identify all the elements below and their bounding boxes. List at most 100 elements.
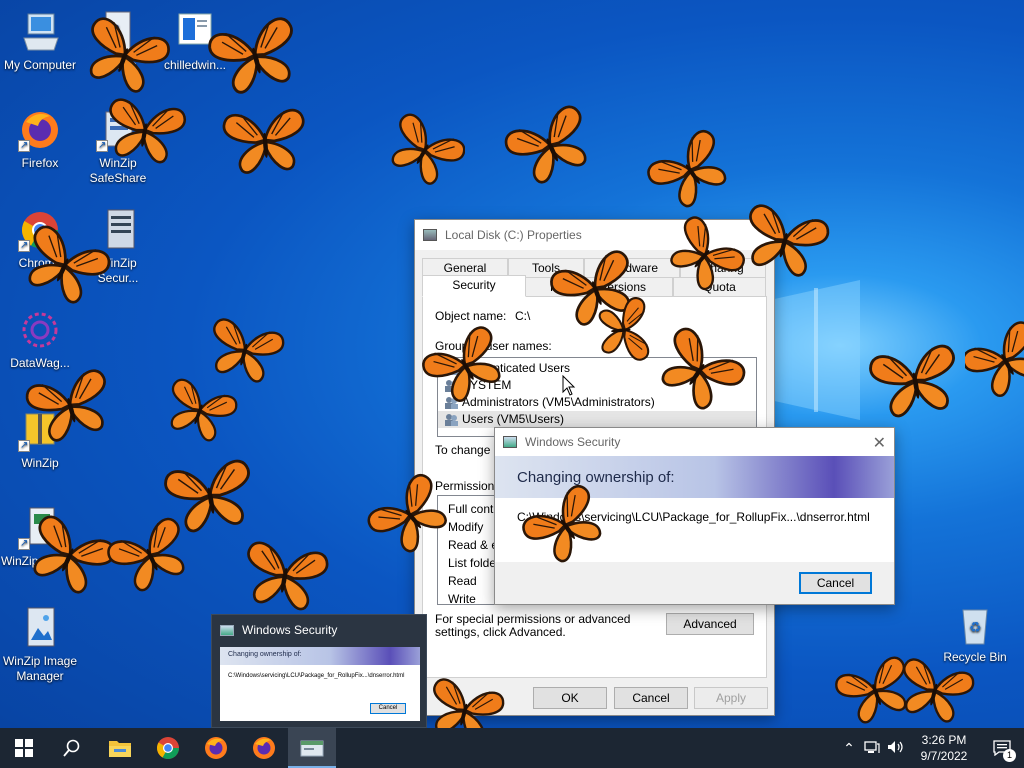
clock[interactable]: 3:26 PM 9/7/2022 xyxy=(908,732,980,764)
svg-text:♻: ♻ xyxy=(969,620,982,636)
winzip-safeshare-icon xyxy=(96,108,140,153)
tab-hardware[interactable]: Hardware xyxy=(584,258,680,278)
volume-icon[interactable] xyxy=(884,740,908,757)
winzip-icon: P xyxy=(96,10,140,54)
preview-titlebar: Windows Security xyxy=(212,615,426,645)
tab-quota[interactable]: Quota xyxy=(673,277,766,297)
search-button[interactable] xyxy=(48,728,96,768)
drive-icon xyxy=(423,229,437,241)
desktop-icon-my-computer[interactable]: My Computer xyxy=(0,10,80,73)
ownership-path: C:\Windows\servicing\LCU\Package_for_Rol… xyxy=(517,510,870,524)
desktop-icon-label: Firefox xyxy=(21,156,59,170)
desktop-icon-winzip-duplicate[interactable]: WinZip Dupli... xyxy=(0,506,80,569)
object-name-label: Object name: xyxy=(435,309,507,323)
list-item[interactable]: SYSTEM xyxy=(438,377,756,394)
list-item[interactable]: Administrators (VM5\Administrators) xyxy=(438,394,756,411)
butterfly-decoration xyxy=(645,126,735,217)
chrome-icon xyxy=(157,737,179,759)
preview-heading: Changing ownership of: xyxy=(220,647,420,665)
desktop-icon-datawag[interactable]: DataWag... xyxy=(0,308,80,371)
preview-cancel-button: Cancel xyxy=(370,703,406,714)
desktop-icon-chilledwin[interactable]: chilledwin... xyxy=(155,10,235,73)
object-name-value: C:\ xyxy=(515,309,531,323)
datawag-icon xyxy=(18,308,62,352)
taskbar-windows-security[interactable] xyxy=(288,728,336,768)
taskbar-chrome[interactable] xyxy=(144,728,192,768)
search-icon xyxy=(63,739,80,757)
advanced-button[interactable]: Advanced xyxy=(666,613,754,635)
clock-date: 9/7/2022 xyxy=(920,749,968,763)
butterfly-decoration xyxy=(239,539,331,614)
list-item[interactable]: Users (VM5\Users) xyxy=(438,411,756,428)
security-title: Windows Security xyxy=(525,435,621,449)
taskbar-file-explorer[interactable] xyxy=(96,728,144,768)
document-icon xyxy=(173,10,217,54)
butterfly-decoration xyxy=(501,102,601,192)
security-cancel-button[interactable]: Cancel xyxy=(799,572,872,594)
security-titlebar[interactable]: Windows Security ✕ xyxy=(495,428,894,456)
desktop-icon-label: Recycle Bin xyxy=(943,650,1007,664)
user-listbox[interactable]: Authenticated Users SYSTEM Administrator… xyxy=(437,357,757,437)
users-group-icon xyxy=(445,363,458,375)
desktop-icon-label: WinZip xyxy=(99,58,137,72)
taskbar-firefox-2[interactable] xyxy=(240,728,288,768)
start-icon xyxy=(15,739,33,757)
preview-path: C:\Windows\servicing\LCU\Package_for_Rol… xyxy=(228,673,405,679)
clock-time: 3:26 PM xyxy=(921,733,967,747)
desktop-icon-label: WinZip SafeShare xyxy=(89,156,147,185)
taskbar-firefox[interactable] xyxy=(192,728,240,768)
butterfly-decoration xyxy=(385,110,465,193)
butterfly-decoration xyxy=(867,342,964,421)
firefox-icon xyxy=(18,108,62,153)
windows-logo-wallpaper xyxy=(770,280,860,420)
desktop-icon-winzip-image-manager[interactable]: WinZip Image Manager xyxy=(0,606,80,684)
group-label: Group or user names: xyxy=(435,339,552,353)
users-group-icon xyxy=(445,380,458,392)
desktop-icon-recycle-bin[interactable]: ♻ Recycle Bin xyxy=(935,602,1015,665)
windows-security-icon xyxy=(300,740,324,757)
desktop-icon-winzip-secure[interactable]: WinZip Secur... xyxy=(78,208,158,286)
security-window-icon xyxy=(503,436,517,448)
ok-button[interactable]: OK xyxy=(533,687,607,709)
taskbar: ⌃ 3:26 PM 9/7/2022 1 xyxy=(0,728,1024,768)
desktop-icon-label: chilledwin... xyxy=(163,58,227,72)
winzip-secure-icon xyxy=(96,208,140,252)
taskbar-preview[interactable]: Windows Security Changing ownership of: … xyxy=(211,614,427,728)
properties-titlebar[interactable]: Local Disk (C:) Properties xyxy=(415,220,774,250)
svg-text:P: P xyxy=(110,21,119,37)
butterfly-decoration xyxy=(158,376,241,447)
desktop-icon-winzip-safeshare[interactable]: WinZip SafeShare xyxy=(78,108,158,186)
firefox-icon xyxy=(253,737,275,759)
chrome-icon xyxy=(18,208,62,253)
desktop-icon-winzip[interactable]: P WinZip xyxy=(78,10,158,73)
butterfly-decoration xyxy=(832,653,919,730)
desktop-icon-chrome[interactable]: Chrome xyxy=(0,208,80,271)
butterfly-decoration xyxy=(221,107,309,176)
properties-title: Local Disk (C:) Properties xyxy=(445,228,582,242)
list-item[interactable]: Authenticated Users xyxy=(438,360,756,377)
winzip-duplicate-icon xyxy=(18,506,62,551)
mouse-cursor-icon xyxy=(562,375,576,396)
start-button[interactable] xyxy=(0,728,48,768)
desktop-icon-winzip-2[interactable]: WinZip xyxy=(0,408,80,471)
cancel-button[interactable]: Cancel xyxy=(614,687,688,709)
tab-previous-versions[interactable]: Previous Versions xyxy=(523,277,673,297)
preview-thumbnail: Changing ownership of: C:\Windows\servic… xyxy=(220,647,420,721)
apply-button[interactable]: Apply xyxy=(694,687,768,709)
winzip-icon xyxy=(18,408,62,453)
show-hidden-icons[interactable]: ⌃ xyxy=(838,740,860,757)
users-group-icon xyxy=(445,397,458,409)
notification-badge: 1 xyxy=(1003,749,1016,762)
preview-window-icon xyxy=(220,624,234,636)
tab-security[interactable]: Security xyxy=(422,275,526,297)
security-header: Changing ownership of: xyxy=(495,456,894,498)
butterfly-decoration xyxy=(162,457,259,536)
desktop-icon-label: My Computer xyxy=(3,58,77,72)
users-group-icon xyxy=(445,414,458,426)
desktop-icon-label: WinZip Dupli... xyxy=(0,554,80,568)
desktop-icon-firefox[interactable]: Firefox xyxy=(0,108,80,171)
action-center-button[interactable]: 1 xyxy=(980,728,1024,768)
network-icon[interactable] xyxy=(860,740,884,757)
close-icon[interactable]: ✕ xyxy=(873,433,886,453)
tab-sharing[interactable]: Sharing xyxy=(680,258,766,278)
